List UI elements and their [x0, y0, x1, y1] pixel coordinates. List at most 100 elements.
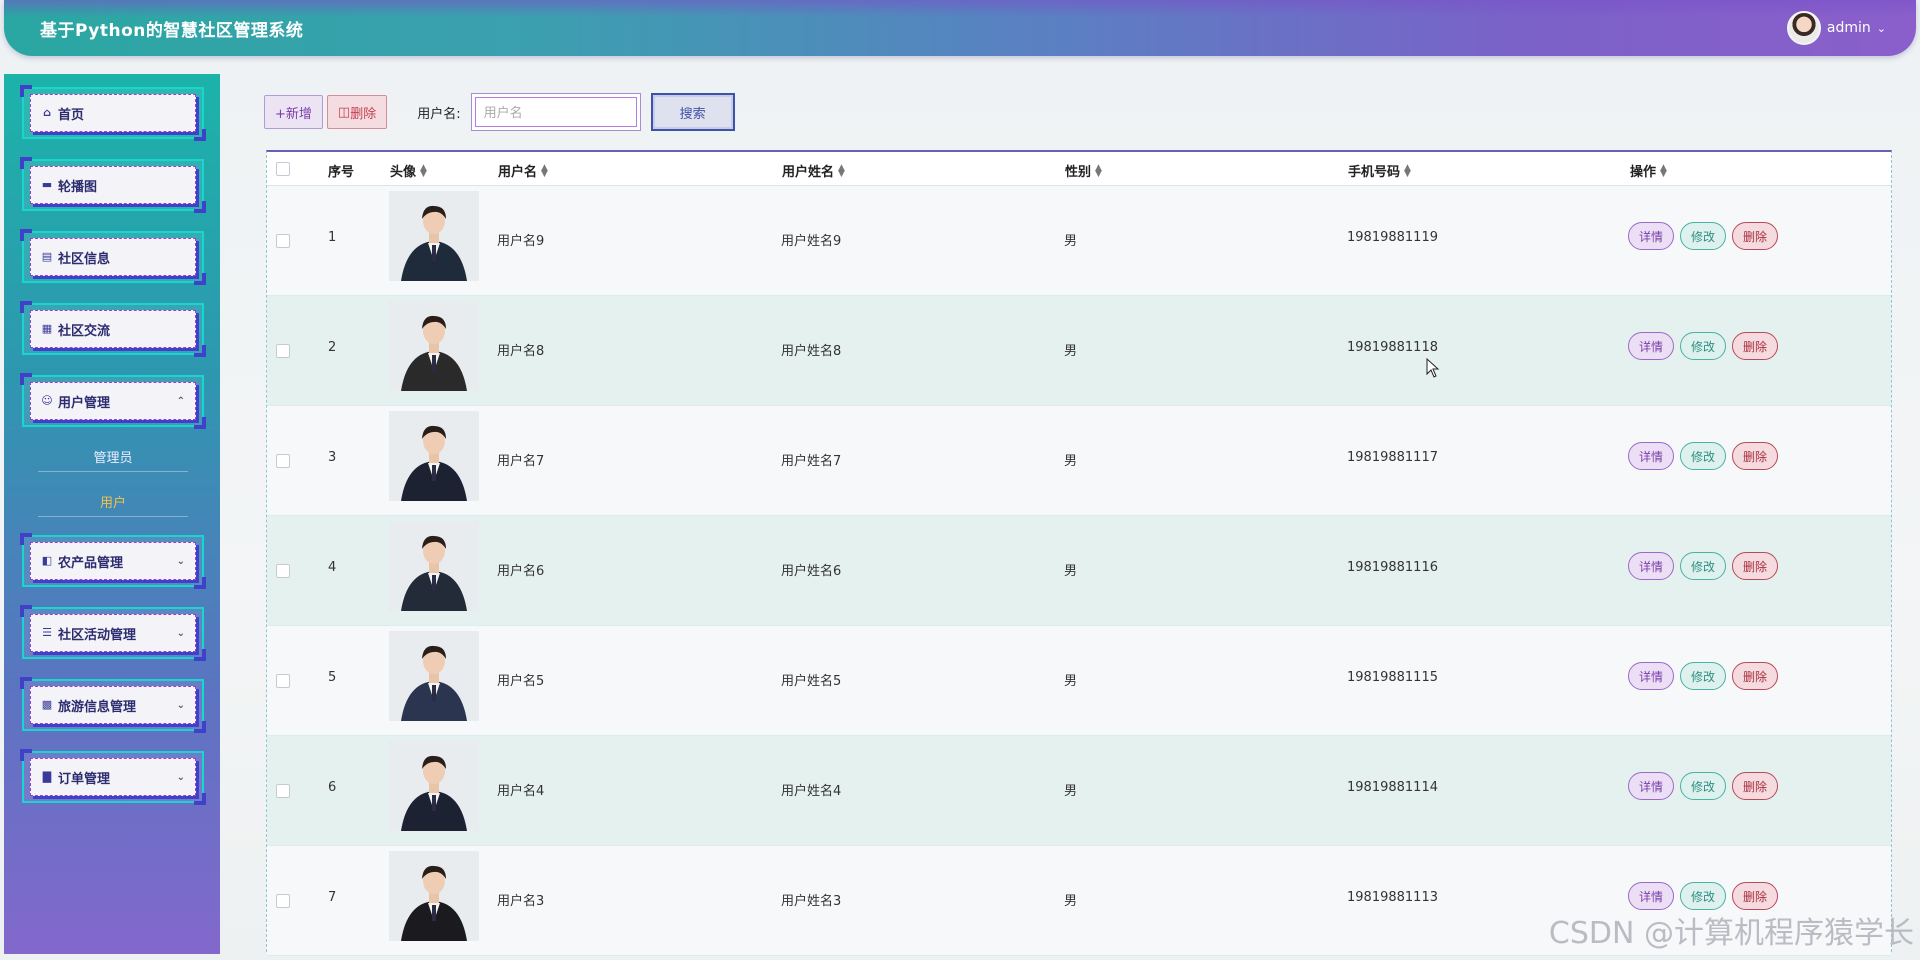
sidebar-item-body[interactable]: ▤ 社区信息	[30, 238, 196, 276]
chevron-down-icon[interactable]: ⌄	[177, 700, 185, 711]
user-photo[interactable]	[389, 301, 479, 391]
detail-button[interactable]: 详情	[1628, 442, 1675, 470]
table-row[interactable]: 4 用户名6 用户姓名6 男 19819881116 详情 修改 删除	[267, 516, 1891, 626]
sidebar-subitem[interactable]: 用户	[22, 492, 204, 511]
row-username: 用户名7	[497, 454, 545, 469]
building-icon: ▤	[41, 250, 53, 263]
edit-button[interactable]: 修改	[1680, 882, 1727, 910]
edit-button[interactable]: 修改	[1680, 222, 1727, 250]
sidebar-item-label: 社区活动管理	[58, 627, 137, 643]
user-photo[interactable]	[389, 631, 479, 721]
row-checkbox[interactable]	[276, 234, 290, 248]
chevron-down-icon[interactable]: ⌄	[177, 556, 185, 567]
edit-button[interactable]: 修改	[1680, 772, 1727, 800]
sidebar-item-body[interactable]: ⌂ 首页	[30, 94, 196, 132]
row-checkbox[interactable]	[276, 784, 290, 798]
chevron-up-icon[interactable]: ⌃	[177, 396, 185, 407]
header-realname[interactable]: 用户姓名 ▲ ▼	[782, 161, 845, 180]
row-username: 用户名4	[497, 784, 545, 799]
sort-icon: ▲ ▼	[1660, 162, 1667, 179]
user-photo[interactable]	[389, 191, 479, 281]
chevron-down-icon[interactable]: ⌄	[177, 628, 185, 639]
box-icon: ◧	[41, 554, 53, 567]
detail-button[interactable]: 详情	[1628, 882, 1675, 910]
search-button[interactable]: 搜索	[650, 93, 735, 131]
sidebar-subitem[interactable]: 管理员	[22, 447, 204, 466]
row-checkbox[interactable]	[276, 454, 290, 468]
sidebar-item[interactable]: ◧ 农产品管理 ⌄	[20, 533, 206, 589]
sidebar-item-body[interactable]: ▦ 社区交流	[30, 310, 196, 348]
row-checkbox[interactable]	[276, 344, 290, 358]
user-photo[interactable]	[389, 741, 479, 831]
sidebar-item-label: 用户管理	[58, 395, 111, 411]
watermark: CSDN @计算机程序猿学长	[1548, 916, 1914, 951]
user-menu[interactable]: admin ⌄	[1786, 11, 1886, 45]
sidebar-item[interactable]: ▇ 订单管理 ⌄	[20, 749, 206, 805]
sidebar-item-body[interactable]: ☺ 用户管理 ⌃	[30, 382, 196, 420]
row-gender: 男	[1064, 454, 1078, 469]
select-all-checkbox[interactable]	[276, 162, 290, 176]
table-row[interactable]: 6 用户名4 用户姓名4 男 19819881114 详情 修改 删除	[267, 736, 1891, 846]
remove-button[interactable]: 删除	[1732, 222, 1779, 250]
detail-button[interactable]: 详情	[1628, 772, 1675, 800]
detail-button[interactable]: 详情	[1628, 552, 1675, 580]
sidebar-item[interactable]: ☰ 社区活动管理 ⌄	[20, 605, 206, 661]
remove-button[interactable]: 删除	[1732, 552, 1779, 580]
table-row[interactable]: 3 用户名7 用户姓名7 男 19819881117 详情 修改 删除	[267, 406, 1891, 516]
sidebar-item-label: 旅游信息管理	[58, 699, 137, 715]
user-photo[interactable]	[389, 521, 479, 611]
row-checkbox[interactable]	[276, 674, 290, 688]
sidebar-item[interactable]: ▩ 旅游信息管理 ⌄	[20, 677, 206, 733]
search-input[interactable]	[470, 93, 641, 131]
sidebar-item[interactable]: ☺ 用户管理 ⌃	[20, 373, 206, 429]
row-phone: 19819881114	[1347, 780, 1438, 795]
header-actions[interactable]: 操作 ▲ ▼	[1630, 161, 1667, 180]
sidebar-item-body[interactable]: ▇ 订单管理 ⌄	[30, 758, 196, 796]
remove-button[interactable]: 删除	[1732, 772, 1779, 800]
table-header: 序号 头像 ▲ ▼ 用户名 ▲ ▼ 用户姓名 ▲ ▼ 性别 ▲ ▼ 手机号码 ▲ ▼ 操作 ▲ ▼	[267, 152, 1891, 186]
detail-button[interactable]: 详情	[1628, 332, 1675, 360]
table-row[interactable]: 1 用户名9 用户姓名9 男 19819881119 详情 修改 删除	[267, 186, 1891, 296]
toolbar: +新增 ◫ 删除 用户名: 搜索	[264, 92, 735, 132]
sidebar-item[interactable]: ▬ 轮播图	[20, 157, 206, 213]
edit-button[interactable]: 修改	[1680, 332, 1727, 360]
user-photo[interactable]	[389, 411, 479, 501]
detail-button[interactable]: 详情	[1628, 662, 1675, 690]
row-actions: 详情 修改 删除	[1628, 882, 1779, 910]
header-phone[interactable]: 手机号码 ▲ ▼	[1348, 161, 1411, 180]
sidebar-item[interactable]: ▦ 社区交流	[20, 301, 206, 357]
remove-button[interactable]: 删除	[1732, 442, 1779, 470]
sidebar-item-body[interactable]: ☰ 社区活动管理 ⌄	[30, 614, 196, 652]
detail-button[interactable]: 详情	[1628, 222, 1675, 250]
sort-icon: ▲ ▼	[1404, 162, 1411, 179]
remove-button[interactable]: 删除	[1732, 662, 1779, 690]
delete-button[interactable]: ◫ 删除	[326, 95, 388, 129]
user-avatar[interactable]	[1786, 11, 1821, 45]
sidebar-item-body[interactable]: ▩ 旅游信息管理 ⌄	[30, 686, 196, 724]
edit-button[interactable]: 修改	[1680, 442, 1727, 470]
edit-button[interactable]: 修改	[1680, 662, 1727, 690]
sidebar-item[interactable]: ⌂ 首页	[20, 85, 206, 141]
edit-button[interactable]: 修改	[1680, 552, 1727, 580]
search-label: 用户名:	[417, 106, 461, 122]
sidebar-item-body[interactable]: ◧ 农产品管理 ⌄	[30, 542, 196, 580]
remove-button[interactable]: 删除	[1732, 882, 1779, 910]
username-label[interactable]: admin	[1827, 20, 1871, 36]
app-title: 基于Python的智慧社区管理系统	[40, 21, 304, 41]
header-gender[interactable]: 性别 ▲ ▼	[1065, 161, 1102, 180]
table-row[interactable]: 5 用户名5 用户姓名5 男 19819881115 详情 修改 删除	[267, 626, 1891, 736]
chevron-down-icon[interactable]: ⌄	[177, 772, 185, 783]
row-checkbox[interactable]	[276, 894, 290, 908]
person-photo-icon	[389, 191, 479, 281]
remove-button[interactable]: 删除	[1732, 332, 1779, 360]
header-username[interactable]: 用户名 ▲ ▼	[498, 161, 548, 180]
table-row[interactable]: 2 用户名8 用户姓名8 男 19819881118 详情 修改 删除	[267, 296, 1891, 406]
sidebar-item[interactable]: ▤ 社区信息	[20, 229, 206, 285]
header-avatar[interactable]: 头像 ▲ ▼	[390, 161, 427, 180]
sidebar-item-body[interactable]: ▬ 轮播图	[30, 166, 196, 204]
chevron-down-icon[interactable]: ⌄	[1877, 22, 1886, 35]
user-photo[interactable]	[389, 851, 479, 941]
row-checkbox[interactable]	[276, 564, 290, 578]
row-gender: 男	[1064, 784, 1078, 799]
add-button[interactable]: +新增	[264, 95, 323, 129]
